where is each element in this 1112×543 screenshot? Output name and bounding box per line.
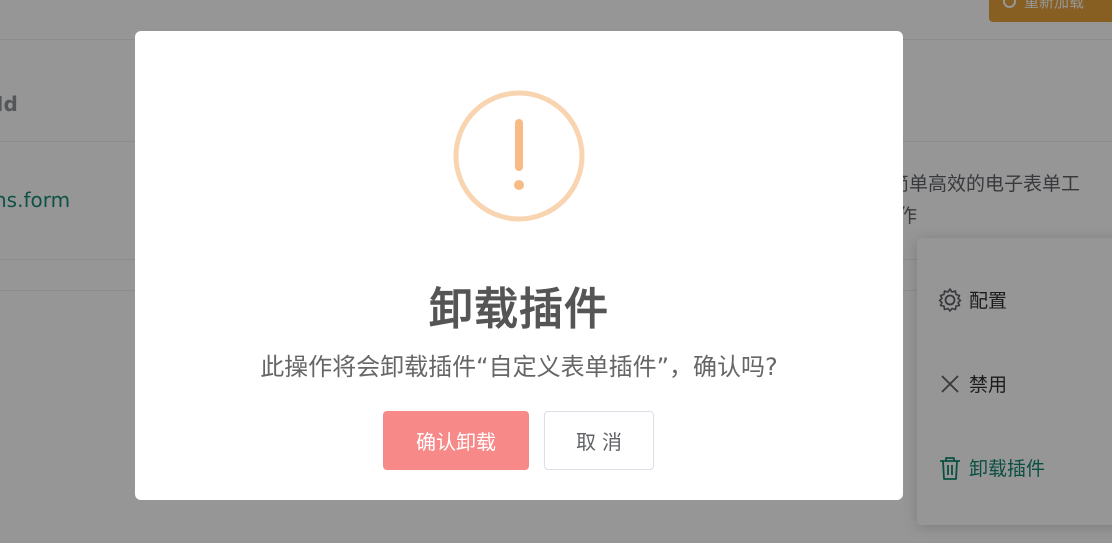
dialog-title: 卸载插件 xyxy=(429,284,609,335)
uninstall-confirm-dialog: 卸载插件 此操作将会卸载插件“自定义表单插件”，确认吗? 确认卸载 取消 xyxy=(135,31,903,500)
cancel-button[interactable]: 取消 xyxy=(544,411,654,470)
dialog-message: 此操作将会卸载插件“自定义表单插件”，确认吗? xyxy=(260,353,778,381)
exclamation-circle-icon xyxy=(453,90,585,222)
confirm-uninstall-button[interactable]: 确认卸载 xyxy=(383,411,529,470)
